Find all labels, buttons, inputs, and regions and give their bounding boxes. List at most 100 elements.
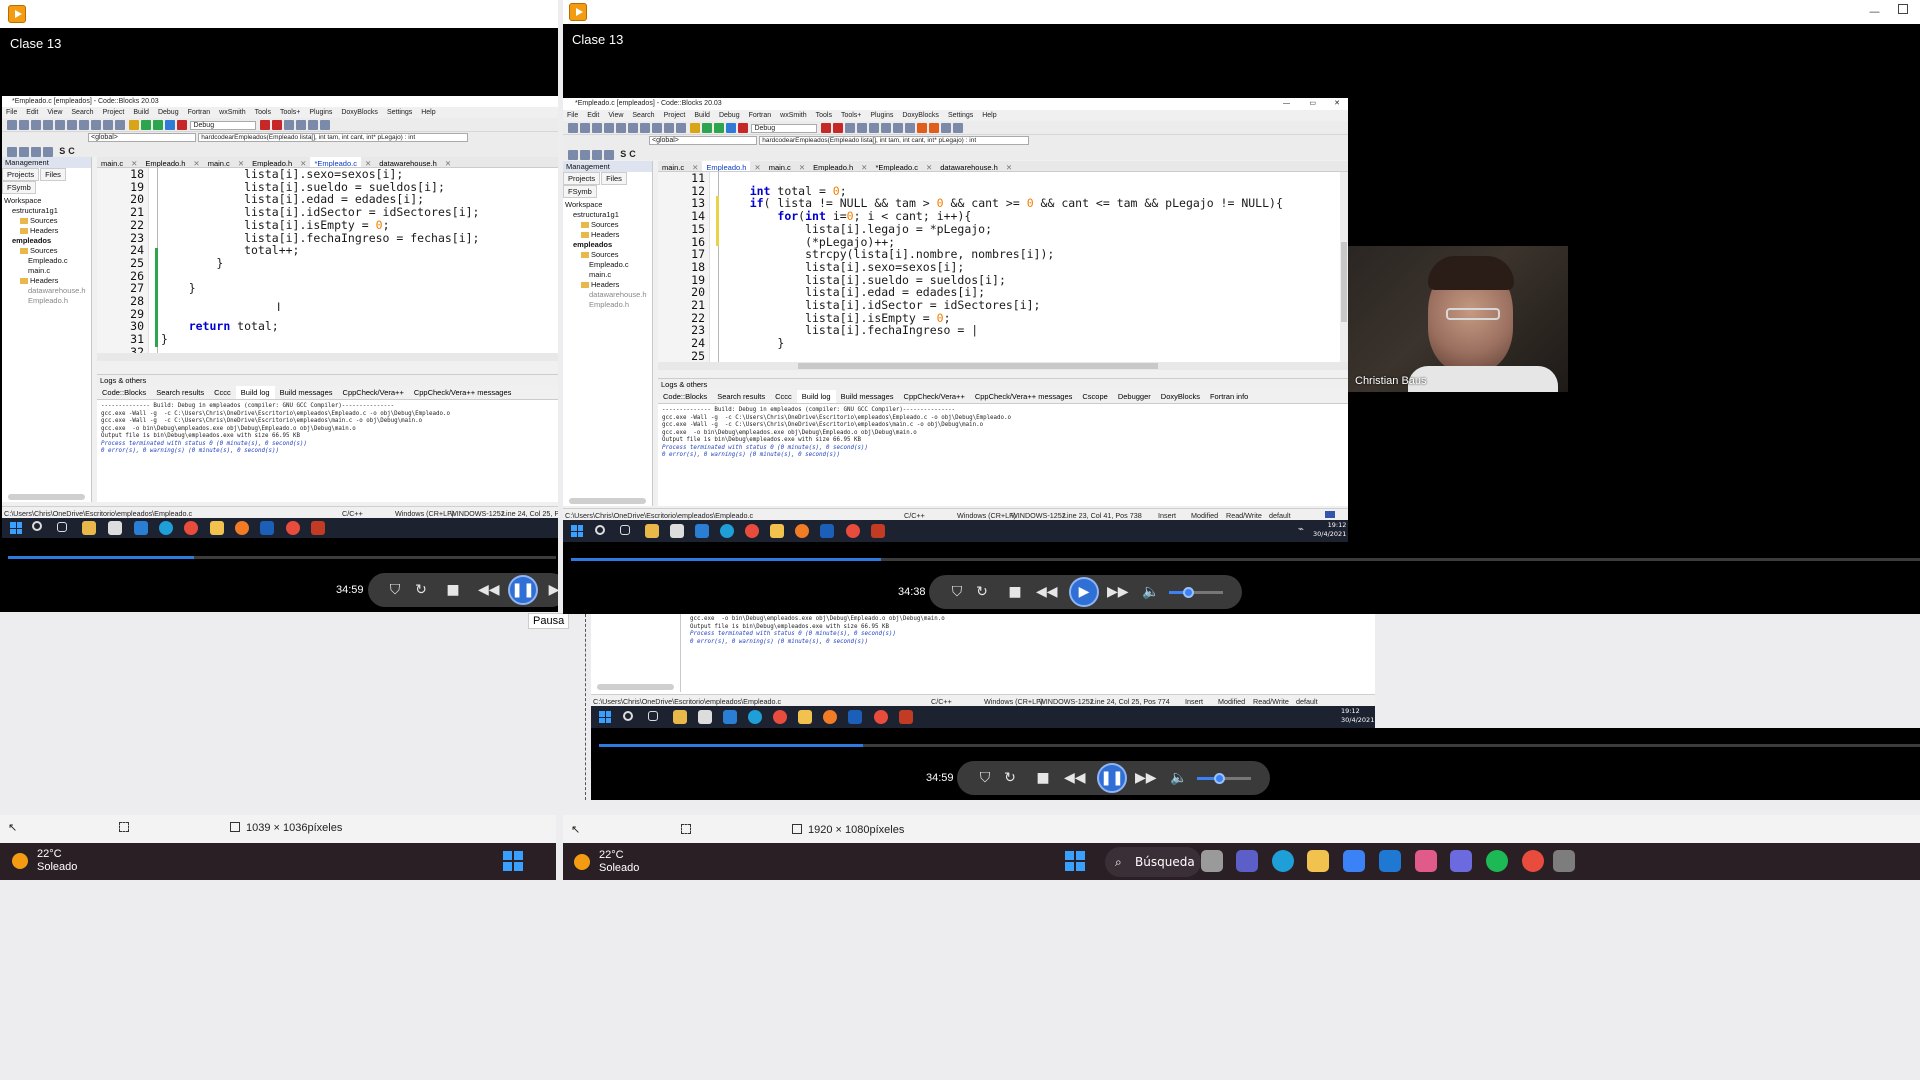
menu-view[interactable]: View xyxy=(608,112,623,119)
tree-item[interactable]: Workspace xyxy=(565,200,650,210)
tree-item[interactable]: estructura1g1 xyxy=(4,206,89,216)
menu-project[interactable]: Project xyxy=(103,109,125,116)
menu-help[interactable]: Help xyxy=(421,109,435,116)
file-tab[interactable]: main.c xyxy=(765,161,795,171)
step-out-icon[interactable] xyxy=(307,120,318,130)
cut-icon[interactable] xyxy=(640,123,650,133)
mgmt-tab-fsymb[interactable]: FSymb xyxy=(2,181,36,194)
copy-icon[interactable] xyxy=(91,120,101,130)
play-button[interactable]: ▶ xyxy=(1069,577,1099,607)
abort-icon[interactable] xyxy=(738,123,749,133)
log-tab[interactable]: CppCheck/Vera++ xyxy=(338,386,409,399)
log-tab[interactable]: Build log xyxy=(235,386,275,399)
edge-icon[interactable] xyxy=(1272,850,1294,872)
shield-icon[interactable]: ⛉ xyxy=(385,580,405,600)
tree-item[interactable]: main.c xyxy=(565,270,650,280)
menu-tools[interactable]: Tools+ xyxy=(841,112,861,119)
select-icon[interactable] xyxy=(7,147,17,157)
build-run-icon[interactable] xyxy=(153,120,164,130)
mgmt-tab-projects[interactable]: Projects xyxy=(2,168,40,181)
log-tab[interactable]: Code::Blocks xyxy=(97,386,151,399)
taskview-icon[interactable] xyxy=(1201,850,1223,872)
step-icon[interactable] xyxy=(283,120,294,130)
close-icon[interactable]: ✕ xyxy=(859,163,869,171)
log-tab[interactable]: CppCheck/Vera++ messages xyxy=(970,390,1078,403)
close-icon[interactable]: ✕ xyxy=(1004,163,1014,171)
log-tab[interactable]: Build log xyxy=(796,390,836,403)
tree-item[interactable]: datawarehouse.h xyxy=(565,290,650,300)
pointer-icon[interactable]: ↖ xyxy=(571,823,580,836)
log-tab[interactable]: Code::Blocks xyxy=(658,390,712,403)
log-tab[interactable]: Build messages xyxy=(275,386,338,399)
menu-build[interactable]: Build xyxy=(694,112,710,119)
tree-scrollbar[interactable] xyxy=(569,498,646,504)
volume-slider[interactable] xyxy=(1197,773,1251,784)
c-icon[interactable]: C xyxy=(68,146,75,156)
mgmt-tab-files[interactable]: Files xyxy=(40,168,66,181)
cut-icon[interactable] xyxy=(79,120,89,130)
debug-run-icon[interactable] xyxy=(271,120,282,130)
right-code-editor[interactable]: 11 12 13 14 15 16 17 18 19 20 21 22 23 24 25 int total… xyxy=(658,172,1348,370)
debug-icon[interactable] xyxy=(820,123,831,133)
taskbar-search[interactable]: ⌕ Búsqueda xyxy=(1105,847,1201,877)
find-icon[interactable] xyxy=(115,120,125,130)
debug-icon[interactable] xyxy=(259,120,270,130)
store-icon[interactable] xyxy=(1343,850,1365,872)
menu-help[interactable]: Help xyxy=(982,112,996,119)
copy-icon[interactable] xyxy=(652,123,662,133)
ide-close-icon[interactable]: ✕ xyxy=(1334,98,1340,110)
file-tab[interactable]: datawarehouse.h xyxy=(375,157,441,167)
file-tab[interactable]: datawarehouse.h xyxy=(936,161,1002,171)
save-all-icon[interactable] xyxy=(43,120,53,130)
redo-icon[interactable] xyxy=(628,123,638,133)
menu-project[interactable]: Project xyxy=(664,112,686,119)
function-select[interactable]: hardcodearEmpleados(Empleado lista[], in… xyxy=(198,133,469,142)
save-icon[interactable] xyxy=(592,123,602,133)
step-into-icon[interactable] xyxy=(295,120,306,130)
close-icon[interactable]: ✕ xyxy=(443,159,453,167)
rect-icon[interactable] xyxy=(19,147,29,157)
tree-item[interactable]: empleados xyxy=(4,236,89,246)
menu-search[interactable]: Search xyxy=(632,112,654,119)
tree-item[interactable]: Sources xyxy=(4,246,89,256)
paste-icon[interactable] xyxy=(103,120,113,130)
menu-view[interactable]: View xyxy=(47,109,62,116)
log-tab[interactable]: Search results xyxy=(151,386,209,399)
rewind-icon[interactable]: ◀◀ xyxy=(1036,582,1058,602)
pause-button[interactable]: ❚❚ xyxy=(1097,763,1127,793)
stop-debug-icon[interactable] xyxy=(319,120,330,130)
tree-item[interactable]: Headers xyxy=(565,230,650,240)
s-icon[interactable]: S xyxy=(59,146,65,156)
build-icon[interactable] xyxy=(690,123,701,133)
camera-icon[interactable] xyxy=(1553,850,1575,872)
watches-icon[interactable] xyxy=(892,123,903,133)
paste-icon[interactable] xyxy=(664,123,674,133)
stop-icon[interactable]: ■ xyxy=(1033,768,1053,788)
mgmt-tab-files[interactable]: Files xyxy=(601,172,627,185)
log-tab[interactable]: CppCheck/Vera++ messages xyxy=(409,386,517,399)
menu-tools[interactable]: Tools+ xyxy=(280,109,300,116)
menu-edit[interactable]: Edit xyxy=(587,112,599,119)
close-icon[interactable]: ✕ xyxy=(752,163,762,171)
s-icon[interactable]: S xyxy=(620,149,626,159)
build-target-select[interactable]: Debug xyxy=(190,120,257,130)
file-tab[interactable]: main.c xyxy=(658,161,688,171)
rect-icon[interactable] xyxy=(580,150,590,160)
log-tab[interactable]: Debugger xyxy=(1113,390,1156,403)
rebuild-icon[interactable] xyxy=(165,120,176,130)
crop-icon[interactable] xyxy=(119,822,129,832)
weather-widget[interactable]: 22°C Soleado xyxy=(599,849,639,875)
mgmt-tab-projects[interactable]: Projects xyxy=(563,172,601,185)
tree-item[interactable]: datawarehouse.h xyxy=(4,286,89,296)
tree-item[interactable]: Sources xyxy=(4,216,89,226)
close-icon[interactable]: ✕ xyxy=(363,159,373,167)
select-icon[interactable] xyxy=(568,150,578,160)
close-icon[interactable]: ✕ xyxy=(129,159,139,167)
tree-item[interactable]: Empleado.c xyxy=(565,260,650,270)
chrome-icon[interactable] xyxy=(1522,850,1544,872)
menu-tools[interactable]: Tools xyxy=(255,109,271,116)
editor-vscrollbar[interactable] xyxy=(1340,172,1348,362)
editor-hscrollbar[interactable] xyxy=(97,353,558,361)
rewind-icon[interactable]: ◀◀ xyxy=(1064,768,1086,788)
open-icon[interactable] xyxy=(580,123,590,133)
